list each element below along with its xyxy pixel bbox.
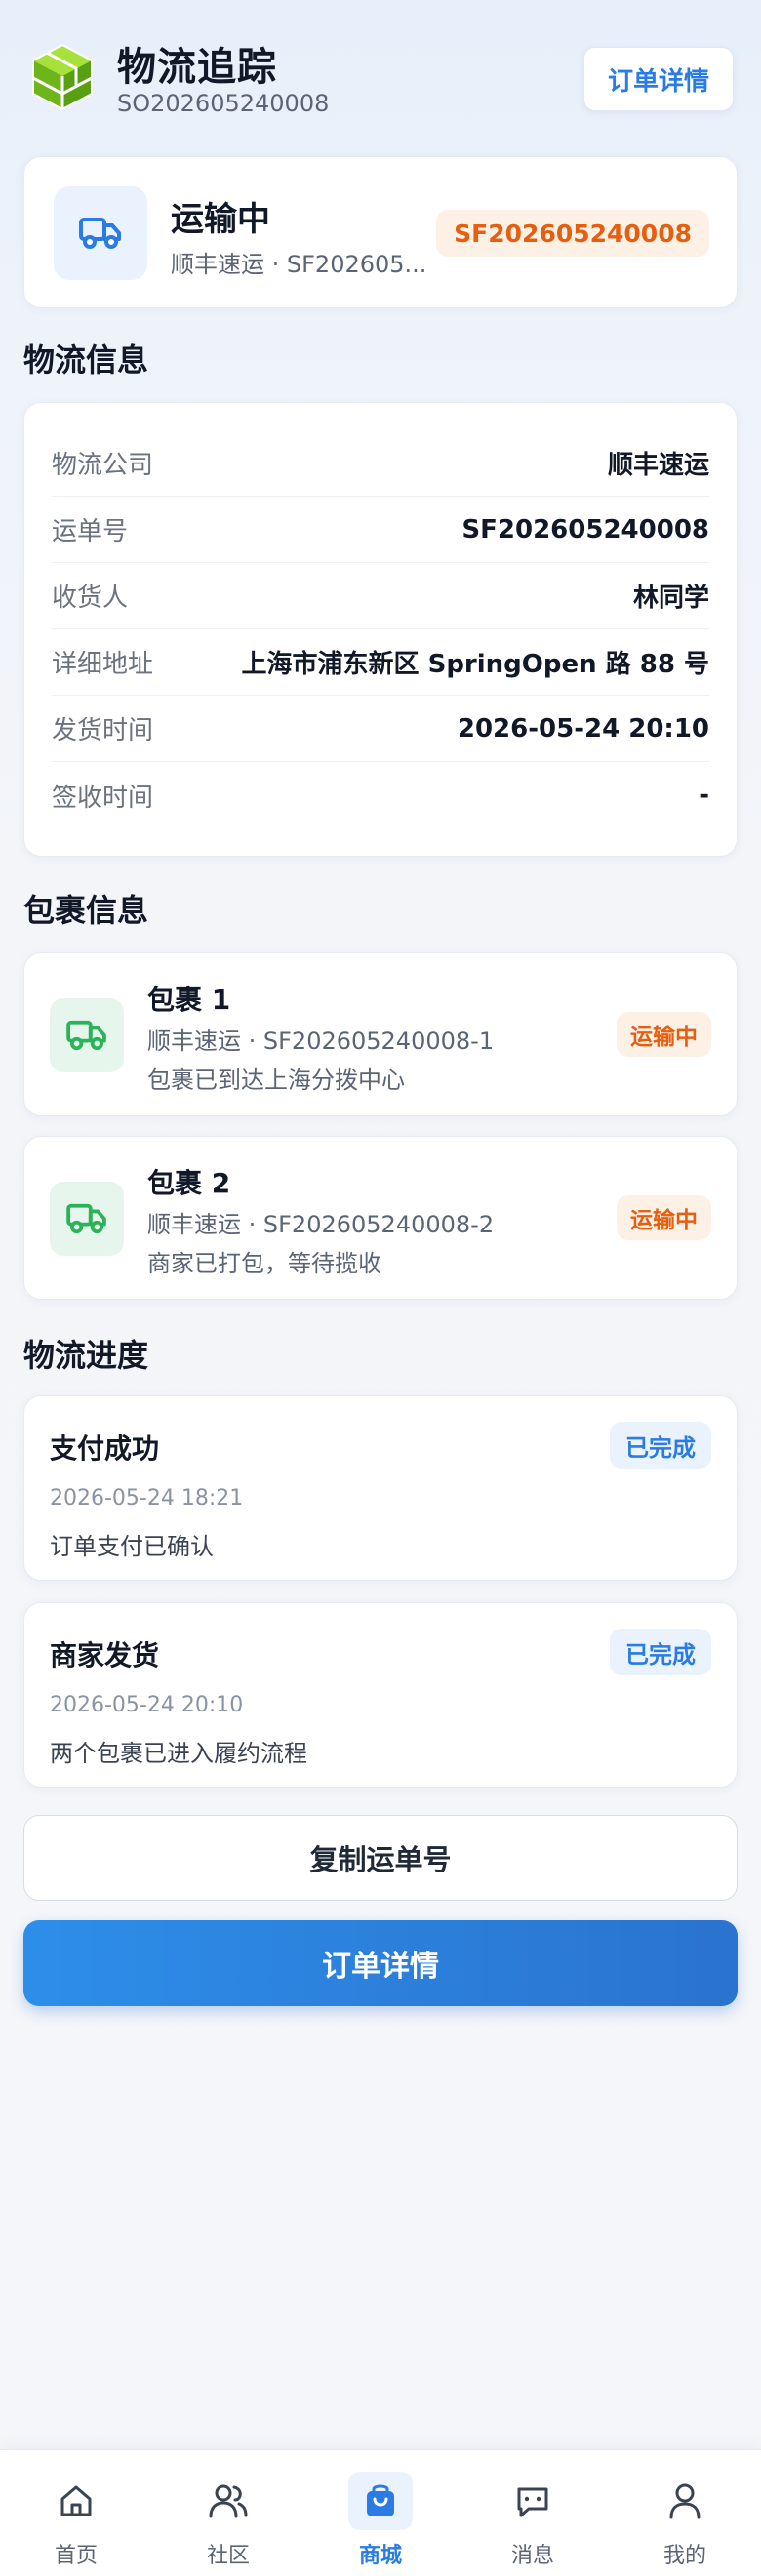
logistics-info-card: 物流公司 顺丰速运 运单号 SF202605240008 收货人 林同学 详细地… [23,402,738,857]
info-row-sign-time: 签收时间 - [52,762,709,828]
info-label: 物流公司 [52,451,154,480]
community-icon [196,2472,260,2530]
package-status-badge: 运输中 [617,1012,711,1057]
order-detail-header-button[interactable]: 订单详情 [583,47,734,111]
info-value: 林同学 [632,584,709,613]
progress-step-card: 支付成功 已完成 2026-05-24 18:21 订单支付已确认 [23,1395,738,1581]
progress-status-badge: 已完成 [610,1422,711,1469]
progress-step-card: 商家发货 已完成 2026-05-24 20:10 两个包裹已进入履约流程 [23,1602,738,1788]
bottom-tab-bar: 首页 社区 商城 消息 我的 [0,2449,761,2576]
package-status-badge: 运输中 [617,1195,711,1240]
tab-label: 社区 [206,2544,250,2568]
carrier-line: 顺丰速运 · SF202605... [171,251,427,278]
tab-home[interactable]: 首页 [0,2450,152,2576]
info-label: 收货人 [52,584,129,613]
tab-mall[interactable]: 商城 [304,2450,457,2576]
profile-icon [653,2472,717,2530]
package-note: 包裹已到达上海分拨中心 [147,1067,405,1094]
tab-label: 首页 [54,2544,98,2568]
package-card[interactable]: 包裹 1 顺丰速运 · SF202605240008-1 包裹已到达上海分拨中心… [23,952,738,1116]
tab-label: 消息 [510,2544,554,2568]
package-card[interactable]: 包裹 2 顺丰速运 · SF202605240008-2 商家已打包，等待揽收 … [23,1136,738,1300]
shipment-status: 运输中 [171,200,270,239]
info-value: 顺丰速运 [607,451,709,480]
info-row-address: 详细地址 上海市浦东新区 SpringOpen 路 88 号 [52,629,709,696]
truck-icon [50,1182,124,1256]
package-tracking: 顺丰速运 · SF202605240008-1 [147,1027,495,1055]
tab-label: 我的 [662,2544,706,2568]
info-label: 签收时间 [52,783,154,813]
page-header: 物流追踪 SO202605240008 订单详情 [0,0,761,156]
tracking-number-badge: SF202605240008 [436,210,709,257]
info-value: - [699,781,709,810]
info-row-ship-time: 发货时间 2026-05-24 20:10 [52,696,709,762]
order-detail-button[interactable]: 订单详情 [23,1920,738,2006]
truck-icon [54,186,147,280]
home-icon [44,2472,108,2530]
package-info-heading: 包裹信息 [23,892,149,929]
package-tracking: 顺丰速运 · SF202605240008-2 [147,1211,495,1238]
info-row-carrier: 物流公司 顺丰速运 [52,430,709,497]
package-title: 包裹 1 [147,984,231,1016]
truck-icon [50,998,124,1072]
progress-step-title: 支付成功 [50,1432,160,1465]
shipment-status-card: 运输中 顺丰速运 · SF202605... SF202605240008 [23,156,738,308]
tab-community[interactable]: 社区 [152,2450,304,2576]
progress-heading: 物流进度 [23,1337,149,1374]
info-value: 2026-05-24 20:10 [457,713,709,744]
message-icon [501,2472,565,2530]
progress-step-note: 订单支付已确认 [50,1533,214,1560]
logo-cube-icon [27,41,98,111]
info-value: 上海市浦东新区 SpringOpen 路 88 号 [241,650,709,679]
progress-step-time: 2026-05-24 18:21 [50,1486,244,1510]
tab-profile[interactable]: 我的 [609,2450,761,2576]
progress-step-title: 商家发货 [50,1639,160,1671]
progress-status-badge: 已完成 [610,1629,711,1675]
progress-step-time: 2026-05-24 20:10 [50,1693,244,1717]
order-number: SO202605240008 [117,90,330,117]
logistics-info-heading: 物流信息 [23,342,149,379]
tab-messages[interactable]: 消息 [457,2450,609,2576]
info-label: 详细地址 [52,650,154,679]
progress-step-note: 两个包裹已进入履约流程 [50,1740,307,1767]
tab-label: 商城 [358,2544,402,2568]
info-label: 运单号 [52,517,129,546]
shopping-bag-icon [348,2472,413,2530]
package-note: 商家已打包，等待揽收 [147,1250,381,1277]
page-title: 物流追踪 [117,45,277,90]
info-row-recipient: 收货人 林同学 [52,563,709,629]
copy-tracking-number-button[interactable]: 复制运单号 [23,1815,738,1901]
info-row-tracking-number: 运单号 SF202605240008 [52,497,709,563]
info-label: 发货时间 [52,716,154,745]
info-value: SF202605240008 [461,514,709,544]
package-title: 包裹 2 [147,1167,231,1199]
